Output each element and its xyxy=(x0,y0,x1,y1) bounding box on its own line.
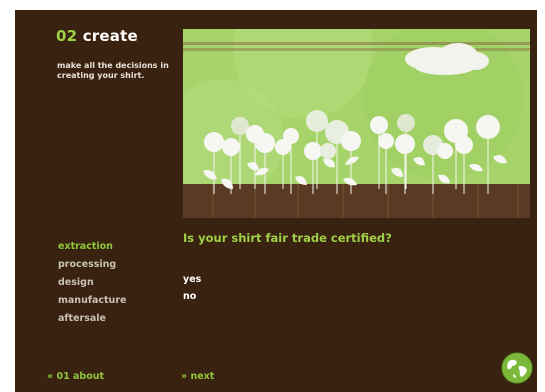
question-text: Is your shirt fair trade certified? xyxy=(183,231,392,245)
prev-link[interactable]: « 01 about xyxy=(47,371,104,382)
page-subtitle: make all the decisions in creating your … xyxy=(57,61,169,80)
nav-item-manufacture[interactable]: manufacture xyxy=(58,292,126,310)
nav-item-aftersale[interactable]: aftersale xyxy=(58,310,126,328)
answer-no[interactable]: no xyxy=(183,288,201,305)
next-arrow-icon: » xyxy=(181,371,188,382)
prev-label: 01 about xyxy=(56,371,105,382)
app-stage: 02 create make all the decisions in crea… xyxy=(15,10,537,392)
nav-item-design[interactable]: design xyxy=(58,274,126,292)
next-label: next xyxy=(190,371,215,382)
step-nav: extraction processing design manufacture… xyxy=(58,238,126,328)
step-title: create xyxy=(82,27,138,45)
prev-arrow-icon: « xyxy=(47,371,54,382)
answer-options: yes no xyxy=(183,271,201,305)
nav-item-extraction[interactable]: extraction xyxy=(58,238,126,256)
next-link[interactable]: » next xyxy=(181,371,214,382)
step-number: 02 xyxy=(56,27,78,45)
globe-icon[interactable] xyxy=(501,352,533,384)
flower-field-illustration xyxy=(183,29,530,218)
nav-item-processing[interactable]: processing xyxy=(58,256,126,274)
page-title: 02 create xyxy=(56,27,138,45)
answer-yes[interactable]: yes xyxy=(183,271,201,288)
